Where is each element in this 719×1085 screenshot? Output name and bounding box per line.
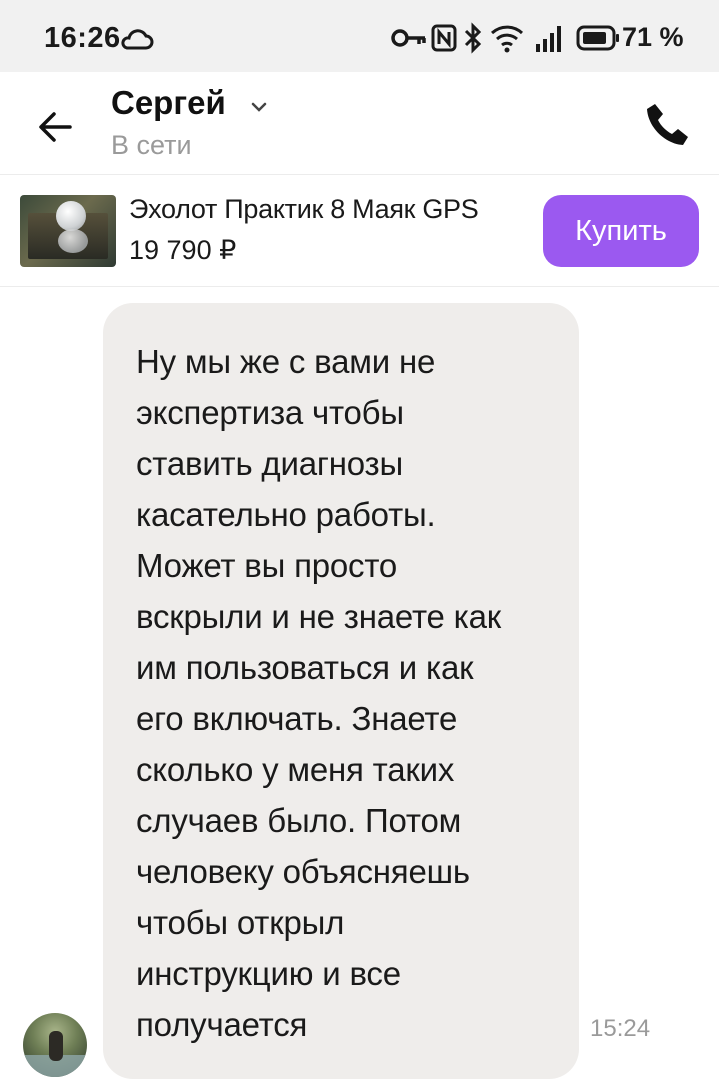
chat-screen: 16:26 71 % Сергей В сети Эхолот Практик … [0, 0, 719, 1085]
bluetooth-icon [464, 22, 482, 54]
status-bar: 16:26 71 % [0, 0, 719, 72]
product-price: 19 790 ₽ [129, 235, 237, 265]
product-bar[interactable]: Эхолот Практик 8 Маяк GPS 19 790 ₽ Купит… [0, 175, 719, 287]
nfc-icon [431, 24, 457, 52]
chevron-down-icon[interactable] [249, 99, 269, 115]
battery-icon [576, 25, 619, 51]
contact-status: В сети [111, 130, 192, 160]
message-bubble[interactable]: Ну мы же с вами не экспертиза чтобы став… [103, 303, 579, 1079]
message-time: 15:24 [590, 1015, 651, 1042]
wifi-icon [490, 25, 524, 53]
product-thumbnail[interactable] [20, 195, 116, 267]
chat-header: Сергей В сети [0, 72, 719, 175]
avatar[interactable] [23, 1013, 87, 1077]
signal-icon [536, 26, 561, 52]
cloud-icon [121, 29, 154, 50]
product-title[interactable]: Эхолот Практик 8 Маяк GPS [129, 194, 479, 225]
message-text: Ну мы же с вами не экспертиза чтобы став… [136, 343, 501, 1043]
contact-name[interactable]: Сергей [111, 84, 226, 122]
buy-button[interactable]: Купить [543, 195, 699, 267]
status-time: 16:26 [44, 22, 121, 54]
key-icon [391, 29, 426, 47]
back-arrow-icon[interactable] [30, 102, 80, 152]
battery-percent: 71 % [622, 22, 684, 52]
phone-icon[interactable] [641, 98, 693, 150]
